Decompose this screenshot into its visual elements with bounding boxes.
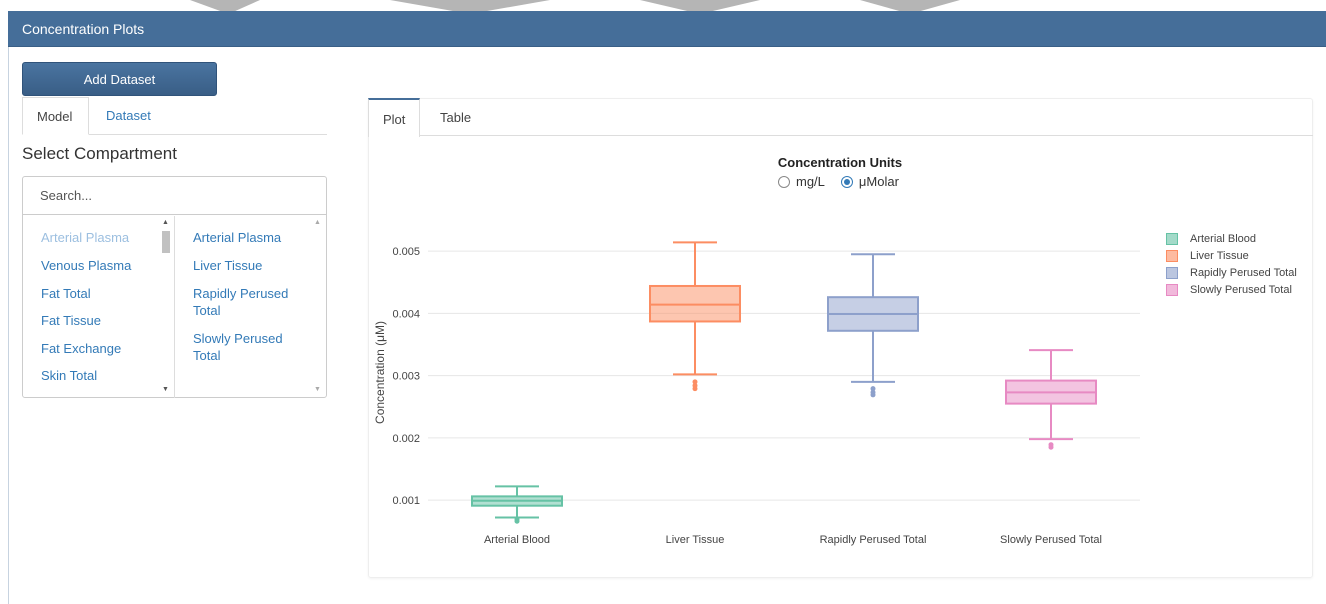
y-axis-label: Concentration (μM) [373, 321, 387, 424]
panel-header: Concentration Plots [8, 11, 1326, 47]
tab-dataset[interactable]: Dataset [92, 97, 165, 135]
concentration-units-label: Concentration Units [777, 155, 903, 170]
x-tick-label: Liver Tissue [666, 534, 725, 546]
select-compartment-heading: Select Compartment [22, 144, 177, 163]
tab-model[interactable]: Model [22, 97, 89, 135]
list-item[interactable]: Venous Plasma [41, 257, 161, 274]
radio-label: mg/L [796, 174, 825, 189]
list-item[interactable]: Fat Total [41, 285, 161, 302]
legend-label: Arterial Blood [1190, 232, 1257, 245]
chart-legend: Arterial Blood Liver Tissue Rapidly Peruse… [1166, 230, 1297, 298]
legend-label: Rapidly Perused Total [1190, 266, 1297, 279]
available-scrollbar[interactable]: ▲ ▼ [161, 217, 171, 397]
y-tick-label: 0.003 [392, 371, 420, 383]
add-dataset-button[interactable]: Add Dataset [22, 62, 217, 96]
list-item[interactable]: Skin Total [41, 367, 161, 384]
y-tick-label: 0.002 [392, 433, 420, 445]
radio-mg-l[interactable] [778, 175, 790, 188]
left-tabs: Model Dataset [22, 97, 327, 135]
outlier-point [692, 379, 698, 385]
y-tick-label: 0.001 [392, 495, 420, 507]
list-item[interactable]: Arterial Plasma [193, 229, 313, 246]
x-tick-label: Rapidly Perused Total [820, 534, 927, 546]
legend-swatch [1166, 232, 1178, 245]
outlier-point [514, 516, 520, 522]
list-item[interactable]: Arterial Plasma [41, 229, 161, 246]
search-input[interactable]: Search... [23, 177, 326, 215]
scroll-up-icon[interactable]: ▲ [314, 219, 321, 226]
scroll-down-icon[interactable]: ▼ [314, 386, 321, 393]
legend-entry[interactable]: Liver Tissue [1166, 247, 1297, 264]
legend-entry[interactable]: Slowly Perused Total [1166, 281, 1297, 298]
scroll-down-icon[interactable]: ▼ [162, 386, 169, 393]
list-item[interactable]: Fat Exchange [41, 340, 161, 357]
units-radio-group: mg/L μMolar [778, 174, 899, 189]
x-tick-label: Slowly Perused Total [1000, 534, 1102, 546]
y-tick-label: 0.005 [392, 246, 420, 258]
legend-swatch [1166, 266, 1178, 279]
outlier-point [1048, 442, 1054, 448]
outlier-point [870, 386, 876, 392]
tab-table[interactable]: Table [426, 98, 485, 136]
compartment-selector: Search... Arterial Plasma Venous Plasma … [22, 176, 327, 398]
list-item[interactable]: Slowly Perused Total [193, 330, 313, 364]
list-item[interactable]: Liver Tissue [193, 257, 313, 274]
list-item[interactable]: Fat Tissue [41, 312, 161, 329]
plot-tabs: Plot Table [368, 98, 1313, 137]
legend-label: Slowly Perused Total [1190, 283, 1292, 296]
legend-entry[interactable]: Arterial Blood [1166, 230, 1297, 247]
selected-list: Arterial Plasma Liver Tissue Rapidly Per… [175, 216, 326, 398]
radio-umolar[interactable] [840, 175, 853, 188]
x-tick-label: Arterial Blood [484, 534, 550, 546]
y-tick-label: 0.004 [392, 308, 420, 320]
list-item[interactable]: Rapidly Perused Total [193, 285, 313, 319]
legend-entry[interactable]: Rapidly Perused Total [1166, 264, 1297, 281]
available-list: Arterial Plasma Venous Plasma Fat Total … [23, 216, 175, 398]
panel-title: Concentration Plots [22, 21, 145, 37]
tab-plot[interactable]: Plot [368, 98, 420, 137]
legend-swatch [1166, 249, 1178, 262]
selected-scrollbar[interactable]: ▲ ▼ [313, 217, 323, 397]
scroll-up-icon[interactable]: ▲ [162, 219, 169, 226]
radio-label: μMolar [858, 174, 899, 189]
scrollbar-thumb[interactable] [162, 231, 170, 253]
legend-swatch [1166, 283, 1178, 296]
legend-label: Liver Tissue [1190, 249, 1249, 262]
